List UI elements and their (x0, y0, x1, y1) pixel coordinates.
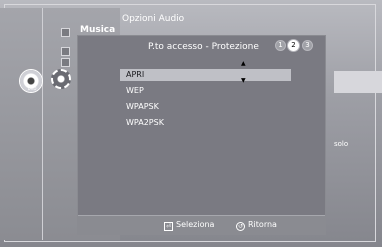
step-1-indicator: 1 (276, 41, 285, 50)
option-wpa2psk[interactable]: WPA2PSK (120, 117, 291, 129)
dialog-footer: ⏎ Seleziona ↺ Ritorna (78, 215, 325, 234)
return-label: Ritorna (248, 220, 277, 229)
select-label: Seleziona (176, 220, 215, 229)
option-apri[interactable]: APRI (120, 69, 291, 81)
video-icon (61, 58, 70, 67)
right-highlight-bar (334, 71, 382, 93)
menu-screen: Opzioni Audio Musica DVD solo P.to acces… (0, 0, 382, 247)
step-2-indicator: 2 (288, 40, 299, 51)
step-3-indicator: 3 (303, 41, 312, 50)
select-button[interactable]: ⏎ Seleziona (164, 219, 215, 231)
gear-icon[interactable] (51, 69, 71, 89)
left-divider (42, 8, 43, 240)
option-wep[interactable]: WEP (120, 85, 291, 97)
scroll-down-arrow-icon[interactable]: ▼ (241, 77, 246, 84)
option-wpapsk[interactable]: WPAPSK (120, 101, 291, 113)
return-button[interactable]: ↺ Ritorna (236, 219, 277, 231)
disc-label: DVD (27, 86, 37, 91)
security-options-list: ▲ APRI ▼ WEP WPAPSK WPA2PSK (120, 60, 300, 214)
photo-icon (61, 47, 70, 56)
enter-icon: ⏎ (164, 222, 173, 231)
dialog-title: P.to accesso - Protezione (148, 42, 259, 52)
background-right-text: solo (334, 140, 349, 148)
menu-item-music[interactable]: Musica (80, 25, 115, 35)
header-audio-options: Opzioni Audio (122, 14, 185, 24)
scroll-up-arrow-icon[interactable]: ▲ (241, 60, 246, 67)
return-icon: ↺ (236, 222, 245, 231)
access-point-security-dialog: P.to accesso - Protezione 1 2 3 ▲ APRI ▼… (78, 36, 325, 234)
music-icon (61, 28, 70, 37)
